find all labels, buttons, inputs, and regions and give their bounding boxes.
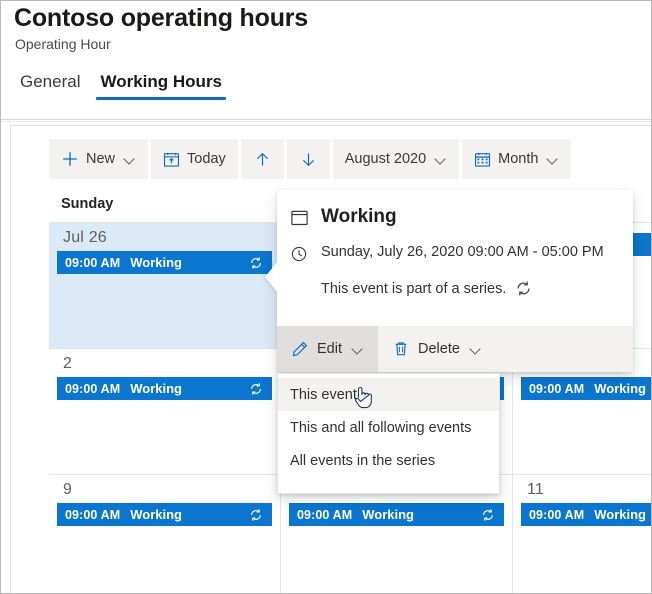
callout-series-note: This event is part of a series. bbox=[321, 280, 507, 297]
new-button[interactable]: New bbox=[49, 139, 149, 179]
calendar-event[interactable]: 09:00 AM Working bbox=[521, 503, 652, 526]
edit-dropdown-menu: This event This and all following events… bbox=[277, 373, 500, 494]
event-time: 09:00 AM bbox=[529, 507, 585, 522]
next-period-button[interactable] bbox=[286, 139, 330, 179]
pencil-icon bbox=[291, 340, 309, 358]
chevron-down-icon[interactable] bbox=[548, 154, 559, 165]
chevron-down-icon[interactable] bbox=[125, 154, 136, 165]
calendar-today-icon bbox=[163, 151, 180, 168]
calendar-icon bbox=[277, 206, 321, 227]
event-title: Working bbox=[130, 381, 182, 396]
event-title: Working bbox=[594, 507, 646, 522]
day-cell[interactable]: Jul 26 09:00 AM Working bbox=[49, 223, 281, 348]
menu-item-all-in-series[interactable]: All events in the series bbox=[278, 444, 499, 477]
edit-button-label: Edit bbox=[317, 341, 342, 357]
chevron-down-icon[interactable] bbox=[353, 344, 364, 355]
menu-item-this-and-following[interactable]: This and all following events bbox=[278, 411, 499, 444]
callout-spacer bbox=[277, 280, 321, 282]
callout-title: Working bbox=[321, 206, 397, 227]
day-number: 9 bbox=[63, 481, 73, 498]
chevron-down-icon[interactable] bbox=[436, 154, 447, 165]
arrow-up-icon bbox=[253, 150, 272, 169]
event-title: Working bbox=[130, 507, 182, 522]
previous-period-button[interactable] bbox=[240, 139, 284, 179]
arrow-down-icon bbox=[299, 150, 318, 169]
delete-button[interactable]: Delete bbox=[378, 326, 496, 372]
date-range-label: August 2020 bbox=[344, 151, 427, 167]
calendar-icon bbox=[474, 151, 491, 168]
event-details-callout: Working Sunday, July 26, 2020 09:00 AM -… bbox=[277, 190, 633, 372]
date-range-picker[interactable]: August 2020 bbox=[332, 139, 460, 179]
calendar-event[interactable]: 09:00 AM Working bbox=[521, 377, 652, 400]
tab-strip: General Working Hours bbox=[10, 68, 232, 100]
command-bar: New Today August 2020 Month bbox=[49, 139, 572, 179]
day-number: 2 bbox=[63, 355, 73, 372]
recurrence-icon bbox=[249, 508, 272, 522]
event-time: 09:00 AM bbox=[65, 255, 121, 270]
callout-arrow bbox=[265, 261, 278, 293]
page-subtitle: Operating Hour bbox=[15, 36, 111, 52]
clock-icon bbox=[277, 243, 321, 263]
event-time: 09:00 AM bbox=[529, 381, 585, 396]
delete-button-label: Delete bbox=[418, 341, 460, 357]
page-title: Contoso operating hours bbox=[14, 4, 308, 32]
recurrence-icon bbox=[515, 280, 532, 297]
day-cell[interactable]: 9 09:00 AM Working bbox=[49, 475, 281, 594]
tab-general[interactable]: General bbox=[10, 68, 90, 100]
header-divider-secondary bbox=[0, 121, 652, 122]
trash-icon bbox=[392, 340, 410, 358]
event-title: Working bbox=[594, 381, 646, 396]
plus-icon bbox=[61, 150, 79, 168]
calendar-event[interactable]: 09:00 AM Working bbox=[57, 503, 272, 526]
view-selector[interactable]: Month bbox=[462, 139, 572, 179]
calendar-event[interactable]: 09:00 AM Working bbox=[57, 251, 272, 274]
new-button-label: New bbox=[86, 151, 116, 167]
view-selector-label: Month bbox=[498, 151, 539, 167]
event-time: 09:00 AM bbox=[65, 381, 121, 396]
event-time: 09:00 AM bbox=[297, 507, 353, 522]
callout-datetime: Sunday, July 26, 2020 09:00 AM - 05:00 P… bbox=[321, 244, 604, 260]
callout-series-note-row: This event is part of a series. bbox=[321, 280, 532, 297]
event-title: Working bbox=[362, 507, 414, 522]
calendar-event[interactable]: 09:00 AM Working bbox=[289, 503, 504, 526]
recurrence-icon bbox=[481, 508, 504, 522]
day-cell[interactable]: 11 09:00 AM Working bbox=[513, 475, 652, 594]
menu-item-this-event[interactable]: This event bbox=[278, 378, 499, 411]
event-time: 09:00 AM bbox=[65, 507, 121, 522]
callout-action-bar: Edit Delete bbox=[277, 326, 633, 372]
tab-working-hours[interactable]: Working Hours bbox=[90, 68, 232, 100]
day-cell[interactable]: 2 09:00 AM Working bbox=[49, 349, 281, 474]
event-title: Working bbox=[130, 255, 182, 270]
edit-button[interactable]: Edit bbox=[277, 326, 378, 372]
day-number: 11 bbox=[527, 481, 545, 498]
app-root: Contoso operating hours Operating Hour G… bbox=[0, 0, 652, 594]
header-divider bbox=[0, 119, 652, 120]
day-number: Jul 26 bbox=[63, 229, 107, 246]
today-button[interactable]: Today bbox=[151, 139, 238, 179]
weekday-sunday: Sunday bbox=[61, 196, 114, 212]
chevron-down-icon[interactable] bbox=[471, 344, 482, 355]
recurrence-icon bbox=[249, 382, 272, 396]
today-button-label: Today bbox=[187, 151, 226, 167]
calendar-event[interactable]: 09:00 AM Working bbox=[57, 377, 272, 400]
